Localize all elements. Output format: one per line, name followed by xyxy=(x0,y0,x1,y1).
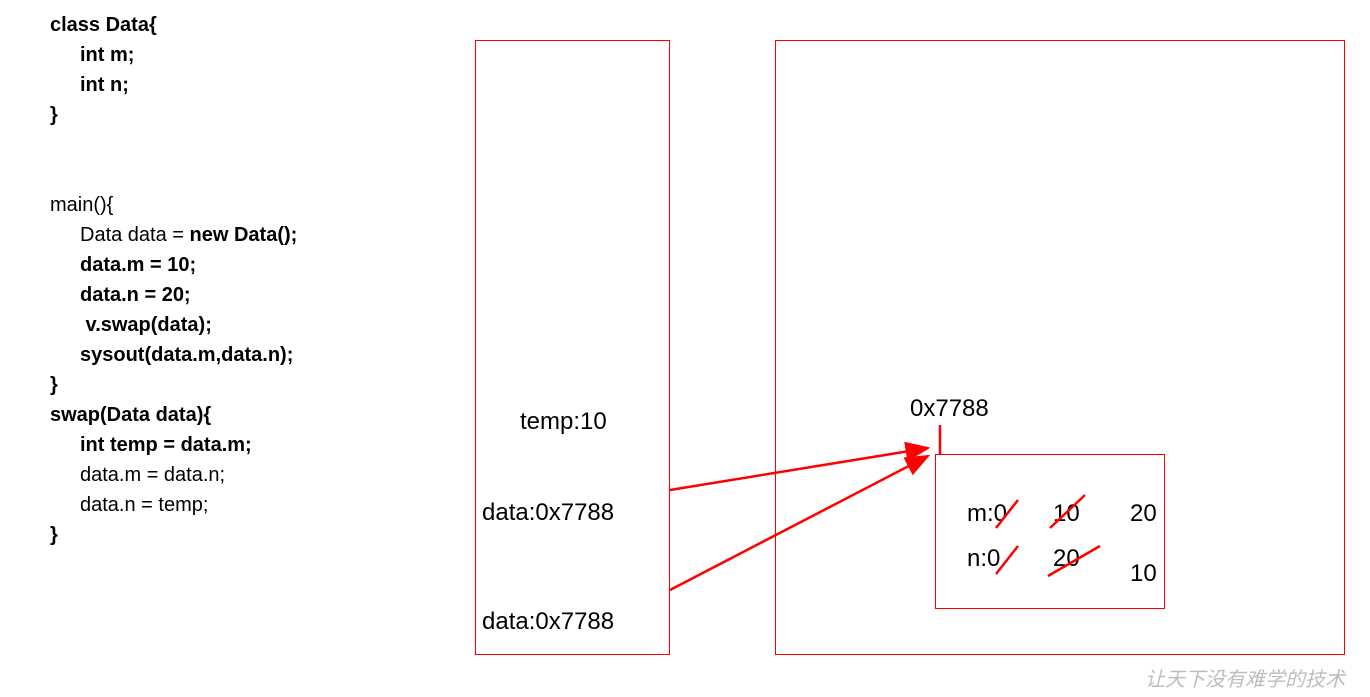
class-declaration: class Data{ xyxy=(50,10,297,40)
swap-line-1: int temp = data.m; xyxy=(50,430,297,460)
swap-close: } xyxy=(50,520,297,550)
watermark-text: 让天下没有难学的技术 xyxy=(1145,663,1345,692)
main-line-4: v.swap(data); xyxy=(50,310,297,340)
main-declaration: main(){ xyxy=(50,190,297,220)
swap-declaration: swap(Data data){ xyxy=(50,400,297,430)
field-n: int n; xyxy=(50,70,297,100)
object-n-label: n:0 xyxy=(967,545,1000,573)
swap-line-3: data.n = temp; xyxy=(50,490,297,520)
stack-memory-box xyxy=(475,40,670,655)
main-close: } xyxy=(50,370,297,400)
class-close: } xyxy=(50,100,297,130)
object-n-old: 20 xyxy=(1053,545,1080,573)
object-n-new: 10 xyxy=(1130,560,1157,588)
object-m-label: m:0 xyxy=(967,500,1007,528)
code-block: class Data{ int m; int n; } main(){ Data… xyxy=(50,10,297,550)
main-line-1: Data data = new Data(); xyxy=(50,220,297,250)
stack-data1-label: data:0x7788 xyxy=(482,499,614,527)
swap-line-2: data.m = data.n; xyxy=(50,460,297,490)
field-m: int m; xyxy=(50,40,297,70)
stack-data2-label: data:0x7788 xyxy=(482,608,614,636)
heap-address-label: 0x7788 xyxy=(910,395,989,423)
main-line-3: data.n = 20; xyxy=(50,280,297,310)
main-line-5: sysout(data.m,data.n); xyxy=(50,340,297,370)
object-m-old: 10 xyxy=(1053,500,1080,528)
main-line-2: data.m = 10; xyxy=(50,250,297,280)
object-m-new: 20 xyxy=(1130,500,1157,528)
stack-temp-label: temp:10 xyxy=(520,408,607,436)
